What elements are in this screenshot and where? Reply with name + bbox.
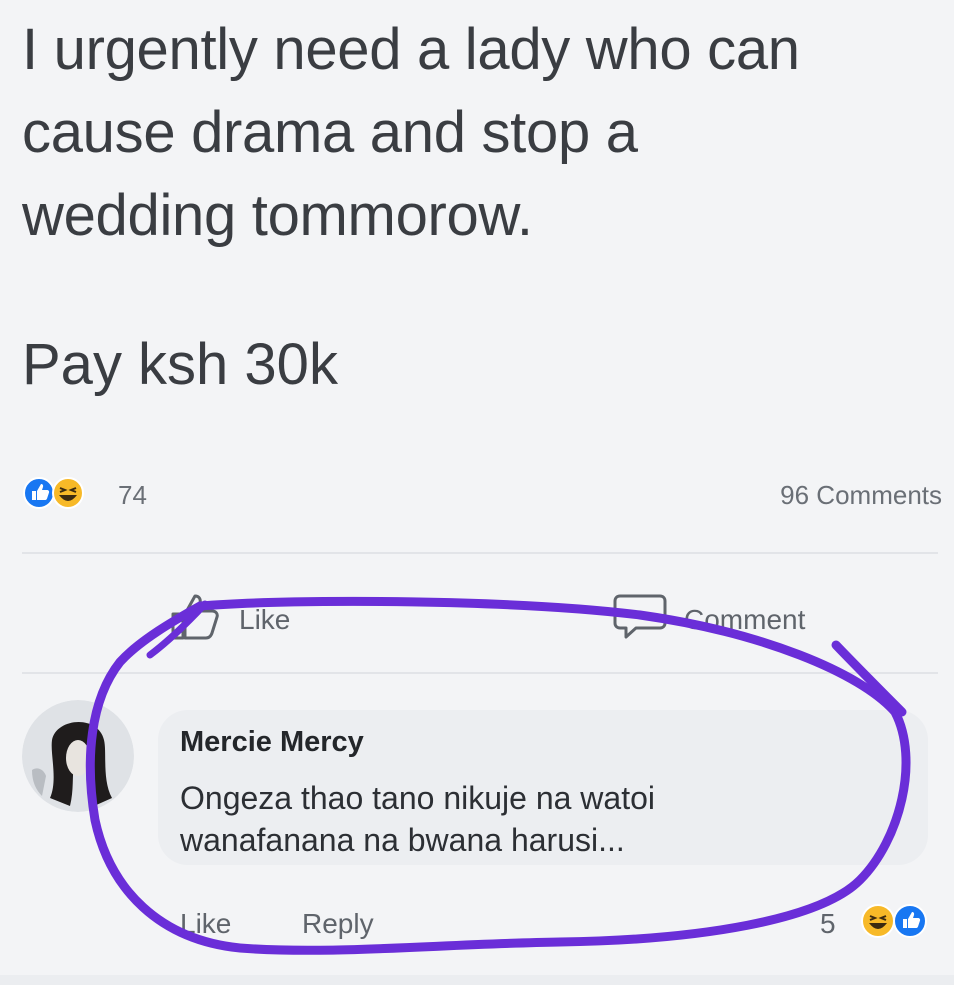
reaction-icons[interactable] — [22, 476, 112, 510]
divider — [22, 672, 938, 674]
like-icon — [893, 904, 927, 938]
comment-bubble-icon — [613, 594, 667, 639]
post-line: cause drama and stop a — [22, 100, 638, 165]
post-stats-row: 74 96 Comments — [22, 472, 942, 512]
like-button[interactable]: Like — [167, 588, 290, 640]
post-action-bar: Like Comment — [22, 578, 938, 658]
reaction-count[interactable]: 74 — [118, 480, 147, 511]
avatar[interactable] — [22, 700, 134, 812]
comment-reaction-icons — [861, 904, 927, 938]
comment: Mercie Mercy Ongeza thao tano nikuje na … — [18, 690, 948, 980]
comment-reactions[interactable]: 5 — [818, 902, 948, 942]
haha-icon — [861, 904, 895, 938]
comment-author[interactable]: Mercie Mercy — [180, 726, 364, 759]
comment-reply-link[interactable]: Reply — [302, 908, 374, 940]
comment-reaction-count: 5 — [820, 908, 836, 939]
post-line: I urgently need a lady who can — [22, 17, 800, 82]
comment-button[interactable]: Comment — [612, 588, 805, 639]
post-line: wedding tommorow. — [22, 183, 533, 248]
post-text: I urgently need a lady who can cause dra… — [22, 8, 922, 257]
next-row-hint — [0, 975, 954, 985]
comment-text-line: wanafanana na bwana harusi... — [180, 822, 625, 858]
comment-bubble: Mercie Mercy Ongeza thao tano nikuje na … — [158, 710, 928, 865]
comment-button-label: Comment — [684, 604, 806, 635]
like-icon — [23, 477, 55, 509]
divider — [22, 552, 938, 554]
like-button-label: Like — [239, 604, 291, 635]
comment-text-line: Ongeza thao tano nikuje na watoi — [180, 780, 655, 816]
thumbs-up-icon — [171, 594, 219, 640]
avatar-image — [22, 700, 134, 812]
comment-like-link[interactable]: Like — [180, 908, 231, 940]
comments-count-link[interactable]: 96 Comments — [780, 480, 942, 511]
haha-icon — [52, 477, 84, 509]
post-price-line: Pay ksh 30k — [22, 332, 338, 397]
